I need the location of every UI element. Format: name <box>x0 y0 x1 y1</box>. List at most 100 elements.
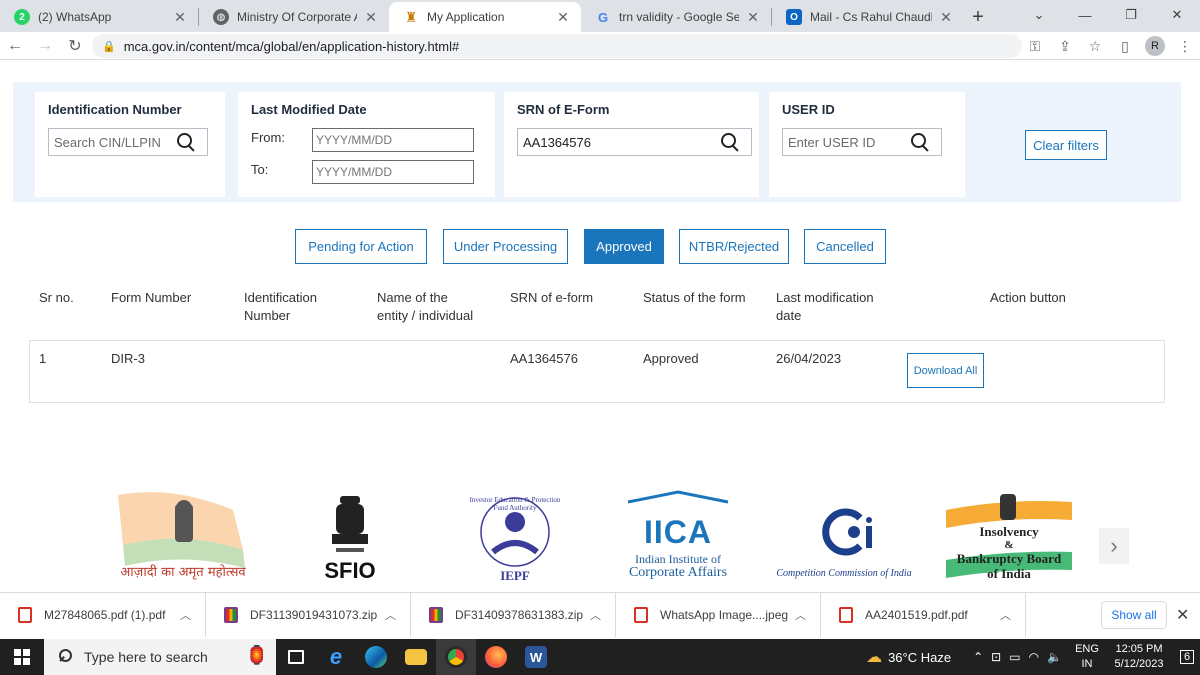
chrome-browser-icon[interactable] <box>436 639 476 675</box>
filter-srn: SRN of E-Form AA1364576 <box>504 92 759 197</box>
chevron-up-icon[interactable]: ︿ <box>385 607 396 623</box>
close-window-icon[interactable]: ✕ <box>1154 0 1200 30</box>
reload-icon[interactable]: ↻ <box>60 32 90 60</box>
carousel-next-chevron-icon[interactable]: › <box>1099 528 1129 564</box>
search-icon[interactable] <box>719 131 741 153</box>
search-icon[interactable] <box>175 131 197 153</box>
download-item[interactable]: DF31139019431073.zip ︿ <box>206 592 411 637</box>
download-item[interactable]: AA2401519.pdf.pdf ︿ <box>821 592 1026 637</box>
profile-avatar[interactable]: R <box>1145 36 1165 56</box>
cci-logo[interactable]: Competition Commission of India <box>772 490 916 585</box>
firefox-browser-icon[interactable] <box>476 639 516 675</box>
close-icon[interactable]: ✕ <box>745 9 761 26</box>
pdf-file-icon <box>18 606 32 623</box>
taskbar-search-box[interactable]: Type here to search 🏮 <box>44 639 276 675</box>
address-bar[interactable]: 🔒 mca.gov.in/content/mca/global/en/appli… <box>92 34 1022 58</box>
menu-kebab-icon[interactable]: ⋮ <box>1170 32 1200 60</box>
tab-my-application[interactable]: ♜ My Application ✕ <box>389 2 581 32</box>
toolbar-icons: ⚿ ⇪ ☆ ▯ R ⋮ <box>1020 32 1200 60</box>
placeholder-text: Enter USER ID <box>788 134 876 150</box>
filter-identification-number: Identification Number Search CIN/LLPIN <box>35 92 225 197</box>
iepf-ring-text: Investor Education & Protection Fund Aut… <box>469 496 561 512</box>
from-date-input[interactable]: YYYY/MM/DD <box>312 128 474 152</box>
iica-logo[interactable]: IICA Indian Institute of Corporate Affai… <box>618 490 738 585</box>
sfio-caption: SFIO <box>324 558 376 583</box>
new-tab-button[interactable]: + <box>964 2 992 32</box>
close-icon[interactable]: ✕ <box>363 9 379 26</box>
srn-value: AA1364576 <box>523 134 591 150</box>
tab-approved[interactable]: Approved <box>584 229 664 264</box>
system-clock[interactable]: 12:05 PM 5/12/2023 <box>1104 642 1174 672</box>
header-line: date <box>776 308 802 323</box>
srn-search-input[interactable]: AA1364576 <box>517 128 752 156</box>
tab-under-processing[interactable]: Under Processing <box>443 229 568 264</box>
tab-outlook-mail[interactable]: O Mail - Cs Rahul Chaudhary - ✕ <box>772 2 964 32</box>
show-all-downloads-button[interactable]: Show all <box>1101 601 1167 629</box>
clock-date: 5/12/2023 <box>1114 658 1164 670</box>
azadi-ka-amrit-mahotsav-logo[interactable]: आज़ादी का अमृत महोत्सव <box>113 490 253 585</box>
from-label: From: <box>251 130 285 145</box>
download-item[interactable]: WhatsApp Image....jpeg ︿ <box>616 592 821 637</box>
meet-now-icon[interactable]: ⊡ <box>991 650 1001 664</box>
tab-title: Ministry Of Corporate Affairs <box>237 10 357 24</box>
tab-search-chevron-icon[interactable]: ⌄ <box>1016 0 1062 30</box>
user-id-input[interactable]: Enter USER ID <box>782 128 942 156</box>
chevron-up-icon[interactable]: ︿ <box>590 607 601 623</box>
image-file-icon <box>634 606 648 623</box>
star-icon[interactable]: ☆ <box>1080 32 1110 60</box>
tray-overflow-chevron-icon[interactable]: ⌃ <box>973 650 983 664</box>
downloads-bar: M27848065.pdf (1).pdf ︿ DF31139019431073… <box>0 592 1200 637</box>
chevron-up-icon[interactable]: ︿ <box>795 607 806 623</box>
task-view-icon[interactable] <box>276 639 316 675</box>
cin-search-input[interactable]: Search CIN/LLPIN <box>48 128 208 156</box>
close-icon[interactable]: ✕ <box>172 9 188 26</box>
ibbi-line-3: Bankruptcy Board <box>956 551 1062 566</box>
minimize-icon[interactable]: — <box>1062 0 1108 30</box>
tab-whatsapp[interactable]: 2 (2) WhatsApp ✕ <box>0 2 198 32</box>
edge-browser-icon[interactable] <box>356 639 396 675</box>
network-icon[interactable]: ◠ <box>1029 650 1039 664</box>
zip-file-icon <box>224 606 238 623</box>
download-all-button[interactable]: Download All <box>907 353 984 388</box>
sidebar-icon[interactable]: ▯ <box>1110 32 1140 60</box>
share-icon[interactable]: ⇪ <box>1050 32 1080 60</box>
close-icon[interactable]: ✕ <box>938 9 954 26</box>
header-line: Name of the <box>377 290 448 305</box>
key-icon[interactable]: ⚿ <box>1020 32 1050 60</box>
clear-filters-button[interactable]: Clear filters <box>1025 130 1107 160</box>
tab-ministry-corporate-affairs[interactable]: ◍ Ministry Of Corporate Affairs ✕ <box>199 2 389 32</box>
volume-icon[interactable]: 🔈 <box>1047 650 1062 664</box>
chevron-up-icon[interactable]: ︿ <box>180 607 191 623</box>
battery-icon[interactable]: ▭ <box>1009 650 1020 664</box>
ibbi-logo[interactable]: Insolvency & Bankruptcy Board of India <box>944 490 1074 585</box>
download-filename: AA2401519.pdf.pdf <box>865 607 968 622</box>
language-indicator[interactable]: ENG IN <box>1070 642 1104 672</box>
tab-cancelled[interactable]: Cancelled <box>804 229 886 264</box>
notification-center-icon[interactable]: 6 <box>1174 650 1200 664</box>
to-date-input[interactable]: YYYY/MM/DD <box>312 160 474 184</box>
tab-ntbr-rejected[interactable]: NTBR/Rejected <box>679 229 789 264</box>
chevron-up-icon[interactable]: ︿ <box>1000 607 1011 623</box>
header-last-modification: Last modification date <box>776 289 874 325</box>
restore-icon[interactable]: ❐ <box>1108 0 1154 30</box>
download-item[interactable]: DF31409378631383.zip ︿ <box>411 592 616 637</box>
word-app-icon[interactable]: W <box>516 639 556 675</box>
to-label: To: <box>251 162 269 177</box>
filter-last-modified-date: Last Modified Date From: YYYY/MM/DD To: … <box>238 92 495 197</box>
download-item[interactable]: M27848065.pdf (1).pdf ︿ <box>0 592 206 637</box>
internet-explorer-icon[interactable]: e <box>316 639 356 675</box>
sfio-logo[interactable]: SFIO <box>290 490 410 585</box>
weather-text[interactable]: 36°C Haze <box>888 650 951 665</box>
iepf-logo[interactable]: Investor Education & Protection Fund Aut… <box>465 490 565 585</box>
national-emblem-icon <box>332 496 368 552</box>
tab-google-search[interactable]: G trn validity - Google Search ✕ <box>581 2 771 32</box>
close-downloads-icon[interactable]: ✕ <box>1176 605 1189 625</box>
tab-title: trn validity - Google Search <box>619 10 739 24</box>
back-arrow-icon[interactable]: ← <box>0 32 30 60</box>
file-explorer-icon[interactable] <box>396 639 436 675</box>
windows-start-button[interactable] <box>0 639 44 675</box>
search-icon[interactable] <box>909 131 931 153</box>
tab-pending-for-action[interactable]: Pending for Action <box>295 229 427 264</box>
close-icon[interactable]: ✕ <box>555 9 571 26</box>
forward-arrow-icon[interactable]: → <box>30 32 60 60</box>
